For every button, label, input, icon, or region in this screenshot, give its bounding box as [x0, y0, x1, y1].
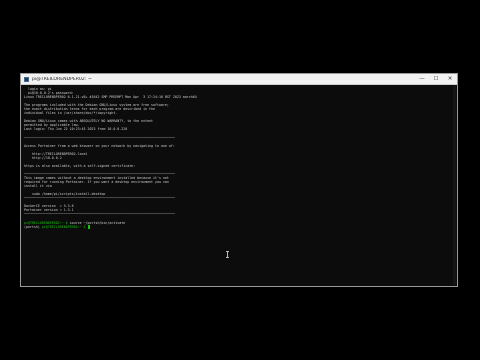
prompt-user: pi@TREILORENDPER02:~ $ — [41, 224, 88, 229]
maximize-button[interactable]: ☐ — [429, 74, 443, 85]
text-cursor — [87, 225, 90, 229]
venv-indicator: (portsh) — [24, 224, 42, 229]
terminal-app-icon — [24, 76, 29, 82]
minimize-button[interactable]: — — [415, 74, 429, 85]
close-button[interactable]: ✕ — [443, 74, 457, 85]
window-title: pi@TREILORENDPER02: ~ — [32, 76, 92, 82]
terminal-window: pi@TREILORENDPER02: ~ — ☐ ✕ login as: pi… — [20, 73, 458, 287]
prompt-line[interactable]: (portsh) pi@TREILORENDPER02:~ $ — [24, 225, 451, 229]
text-cursor-icon — [226, 251, 229, 258]
terminal-output[interactable]: login as: pi pi@10.0.0.2's password: Linu… — [24, 87, 451, 283]
terminal-scrollbar[interactable] — [453, 86, 456, 285]
title-bar[interactable]: pi@TREILORENDPER02: ~ — ☐ ✕ — [21, 74, 457, 85]
